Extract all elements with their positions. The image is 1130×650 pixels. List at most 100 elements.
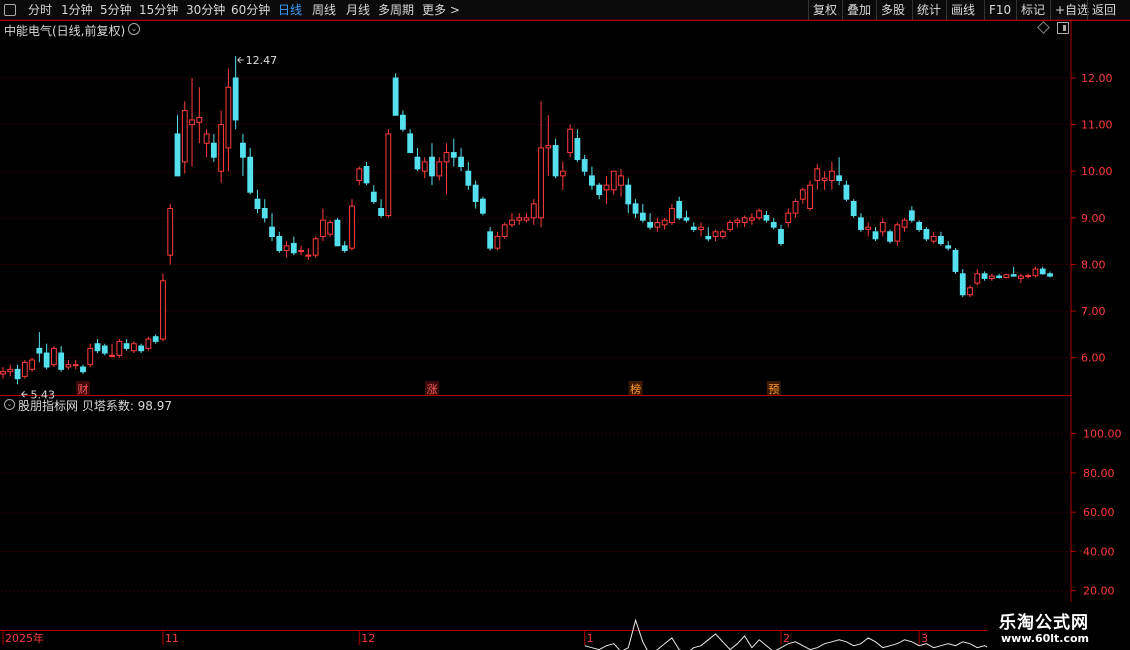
candle-body [312,238,319,256]
candle-body [240,142,246,158]
candle-body [349,205,355,249]
candle-body [36,347,43,354]
candle [719,229,726,239]
period-tab-5[interactable]: 60分钟 [231,2,270,18]
candle [669,203,675,225]
tool-button-5[interactable]: F10 [989,2,1011,18]
candle [996,273,1003,279]
candle [43,343,50,370]
candle [785,208,792,228]
candle [363,161,370,186]
candle-body [218,124,225,172]
candle-body [639,212,646,221]
candle-body [50,347,57,366]
candle-body [232,77,239,121]
period-toolbar: 分时 1分钟 5分钟 15分钟 30分钟 60分钟 日线 周线 月线 多周期 更多 > 复权 叠加 多股… [0,0,1130,20]
candle [14,364,21,385]
chevron-down-icon[interactable]: ⌄ [128,23,140,35]
candle [1047,271,1053,278]
candle [574,129,581,162]
chart-area[interactable]: 12.475.43 财涨榜预 6.007.008.009.0010.0011.00… [0,0,1130,650]
tool-button-0[interactable]: 复权 [813,2,837,18]
candle [814,164,821,190]
candle [748,213,755,225]
candle [1018,273,1024,284]
candle-body [479,198,486,214]
candle [756,208,763,221]
candle [472,180,479,209]
price-axis: 6.00 7.00 8.00 9.00 10.00 11.00 12.00 [1071,72,1113,365]
period-tab-7[interactable]: 周线 [312,2,336,18]
period-tab-9[interactable]: 多周期 [378,2,414,18]
candle [821,171,828,190]
candle-body [320,219,326,237]
price-tick-label: 10.00 [1081,165,1113,178]
candle [734,217,741,228]
event-marker-bg [424,381,439,395]
candle [887,229,893,244]
period-tab-1[interactable]: 1分钟 [61,2,93,18]
candle-body [792,201,799,214]
candle [901,217,908,232]
candle-body [0,371,6,375]
candle-body [930,235,937,242]
diamond-icon[interactable] [1037,21,1050,34]
candle [290,236,297,256]
candle [1010,266,1017,277]
candle-body [509,219,515,226]
candle [334,217,341,247]
candle-body [530,203,537,219]
candle [356,166,363,186]
candle-body [254,198,261,210]
tool-button-2[interactable]: 多股 [881,2,905,18]
period-tab-10[interactable]: 更多 > [422,2,460,18]
indicator-tick-label: 20.00 [1083,585,1115,598]
tool-button-4[interactable]: 画线 [951,2,975,18]
period-tab-8[interactable]: 月线 [346,2,370,18]
candle-body [29,359,35,370]
candle [465,161,472,190]
panel-toggle-icon[interactable] [1057,22,1069,34]
tool-button-1[interactable]: 叠加 [847,2,871,18]
candle [828,161,835,190]
candle-body [581,159,588,172]
candle [7,364,14,377]
candle-body [450,152,457,158]
candle-body [225,86,232,149]
tool-button-6[interactable]: 标记 [1021,2,1045,18]
period-tab-0[interactable]: 分时 [28,2,52,18]
tool-button-7[interactable]: +自选 [1055,2,1089,18]
candle-body [967,287,973,296]
candle [581,154,588,176]
candle-body [858,217,864,230]
period-tab-6[interactable]: 日线 [278,2,302,18]
candle [538,101,544,228]
candle [450,138,457,167]
candle-body [538,147,544,219]
candle [908,206,915,223]
candle [807,180,813,211]
tool-button-8[interactable]: 返回 [1092,2,1116,18]
candle-body [545,145,552,149]
period-tab-2[interactable]: 5分钟 [100,2,132,18]
tool-button-3[interactable]: 统计 [917,2,941,18]
candle-body [407,133,414,154]
indicator-tick-label: 40.00 [1083,545,1115,558]
menu-icon[interactable] [4,4,16,16]
chevron-down-icon[interactable]: ⌄ [4,399,15,410]
toolbar-separator [808,0,809,20]
candle-body [210,142,217,158]
candle [392,73,399,116]
candle [567,124,574,158]
candle-body [1039,268,1046,275]
period-tab-4[interactable]: 30分钟 [186,2,225,18]
candle-body [94,343,101,352]
candle-body [647,221,654,228]
candle-body [414,156,421,170]
candle-body [436,161,443,177]
indicator-header: ⌄ 股朋指标网 贝塔系数: 98.97 [0,397,1070,413]
candle [160,273,166,342]
candle [741,215,748,228]
candle-body [109,354,115,357]
period-tab-3[interactable]: 15分钟 [139,2,178,18]
